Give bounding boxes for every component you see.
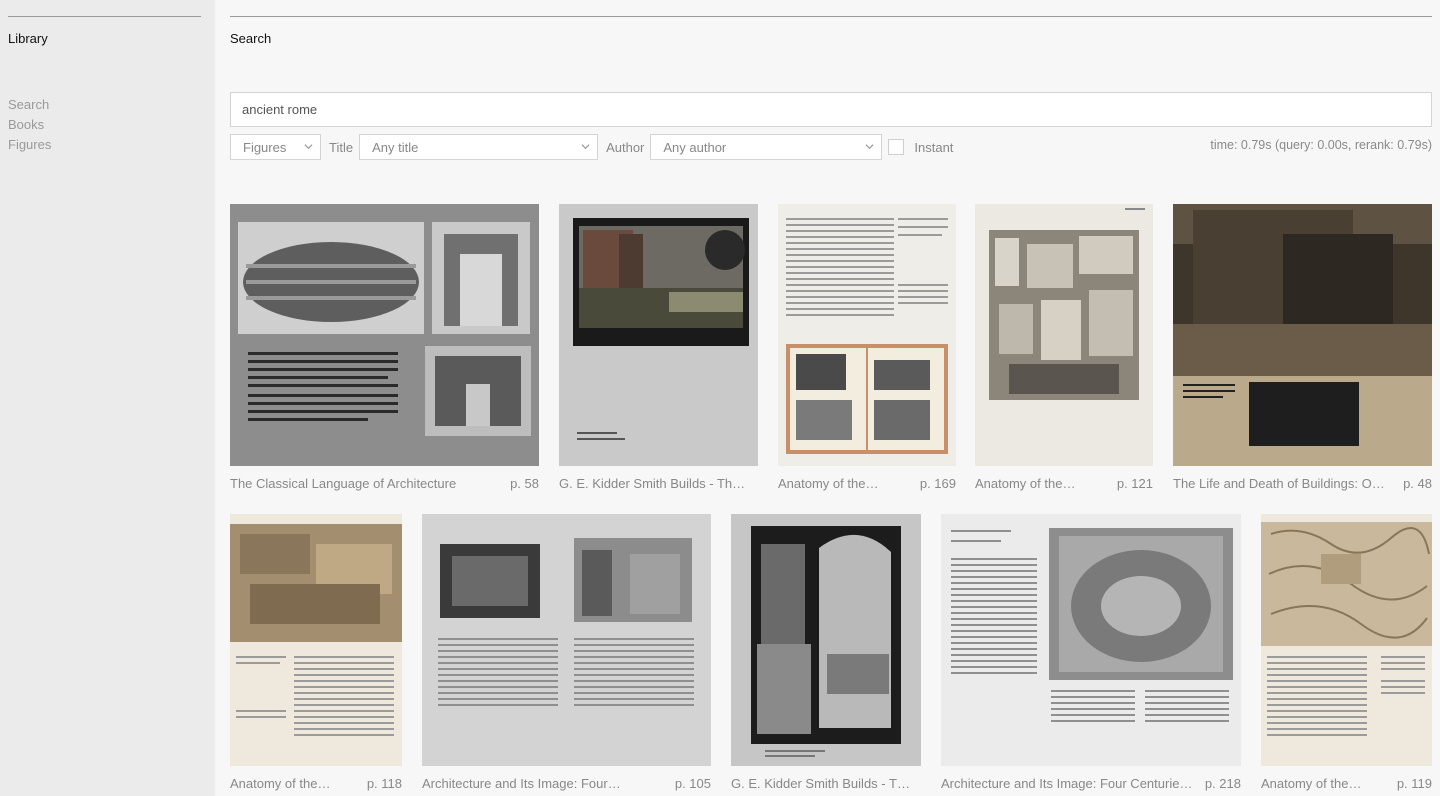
- type-select-value: Figures: [243, 139, 287, 155]
- result-caption: Anatomy of the… p. 169: [778, 476, 956, 491]
- filter-bar: Figures Title Any title Author Any autho…: [230, 134, 953, 160]
- title-select[interactable]: Any title: [359, 134, 599, 160]
- result-page: p. 58: [510, 476, 539, 491]
- instant-checkbox[interactable]: [888, 139, 905, 155]
- result-title: Anatomy of the…: [230, 776, 331, 791]
- page-title: Search: [230, 31, 272, 46]
- sidebar-nav: Search Books Figures: [8, 95, 51, 155]
- result-page: p. 218: [1204, 776, 1241, 791]
- result-thumbnail: [230, 514, 402, 766]
- timing-readout: time: 0.79s (query: 0.00s, rerank: 0.79s…: [1210, 138, 1432, 152]
- result-title: Anatomy of the…: [1261, 776, 1362, 791]
- sidebar: Library Search Books Figures: [0, 0, 215, 796]
- result-title: Anatomy of the…: [975, 476, 1076, 491]
- result-caption: The Classical Language of Architecture p…: [230, 476, 539, 491]
- result-caption: Architecture and Its Image: Four Centuri…: [941, 776, 1241, 791]
- result-caption: Anatomy of the… p. 121: [975, 476, 1153, 491]
- result-thumbnail: [230, 204, 539, 466]
- result-page: p. 105: [674, 776, 711, 791]
- library-title: Library: [8, 31, 48, 46]
- instant-label: Instant: [914, 139, 954, 155]
- result-caption: Anatomy of the… p. 118: [230, 776, 402, 791]
- result-caption: G. E. Kidder Smith Builds - The…: [559, 476, 758, 491]
- chevron-down-icon: [865, 142, 874, 150]
- result-page: p. 118: [366, 776, 402, 791]
- nav-search[interactable]: Search: [8, 95, 51, 115]
- author-select[interactable]: Any author: [650, 134, 883, 160]
- author-filter-label: Author: [606, 139, 645, 155]
- search-input[interactable]: [230, 92, 1432, 127]
- result-title: Architecture and Its Image: Four…: [422, 776, 621, 791]
- result-thumbnail: [1173, 204, 1432, 466]
- main-panel: Search Figures Title Any title Author An…: [215, 0, 1440, 796]
- type-select[interactable]: Figures: [230, 134, 321, 160]
- nav-books[interactable]: Books: [8, 115, 51, 135]
- result-thumbnail: [941, 514, 1241, 766]
- result-thumbnail: [731, 514, 921, 766]
- result-thumbnail: [778, 204, 956, 466]
- result-title: Anatomy of the…: [778, 476, 879, 491]
- sidebar-divider: [8, 16, 201, 17]
- result-page: p. 121: [1116, 476, 1153, 491]
- result-page: p. 169: [919, 476, 956, 491]
- result-thumbnail: [975, 204, 1153, 466]
- header-divider: [230, 16, 1432, 17]
- result-title: G. E. Kidder Smith Builds - Th…: [731, 776, 911, 791]
- result-caption: G. E. Kidder Smith Builds - Th…: [731, 776, 921, 791]
- result-title: G. E. Kidder Smith Builds - The…: [559, 476, 748, 491]
- result-thumbnail: [1261, 514, 1432, 766]
- result-page: p. 119: [1396, 776, 1432, 791]
- result-thumbnail: [422, 514, 711, 766]
- result-caption: The Life and Death of Buildings: O… p. 4…: [1173, 476, 1432, 491]
- chevron-down-icon: [581, 142, 590, 150]
- author-select-value: Any author: [663, 139, 727, 155]
- result-title: The Life and Death of Buildings: O…: [1173, 476, 1385, 491]
- result-caption: Anatomy of the… p. 119: [1261, 776, 1432, 791]
- result-page: p. 48: [1403, 476, 1432, 491]
- nav-figures[interactable]: Figures: [8, 135, 51, 155]
- result-title: The Classical Language of Architecture: [230, 476, 457, 491]
- title-select-value: Any title: [372, 139, 419, 155]
- chevron-down-icon: [304, 142, 313, 150]
- result-caption: Architecture and Its Image: Four… p. 105: [422, 776, 711, 791]
- title-filter-label: Title: [329, 139, 354, 155]
- result-title: Architecture and Its Image: Four Centuri…: [941, 776, 1193, 791]
- result-thumbnail: [559, 204, 758, 466]
